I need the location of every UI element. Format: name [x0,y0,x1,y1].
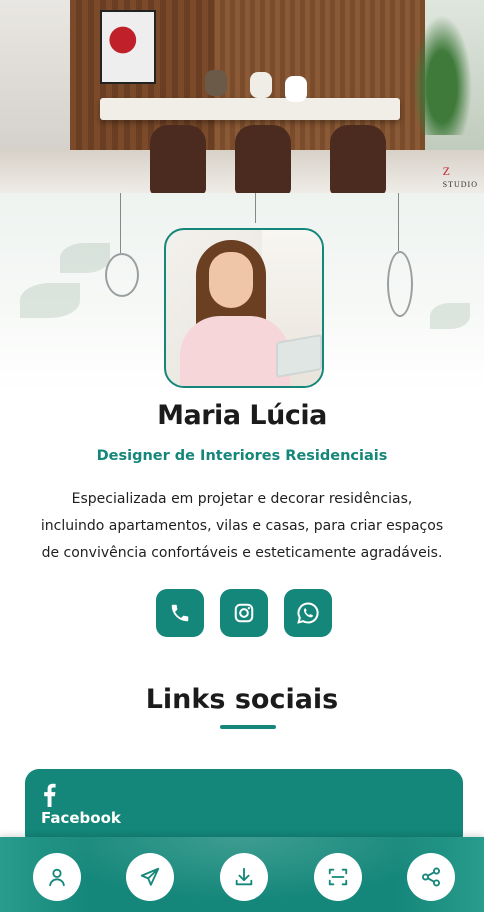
whatsapp-icon [297,602,319,624]
send-nav-button[interactable] [126,853,174,901]
cover-chair [235,125,291,193]
contact-buttons [156,589,332,637]
bottom-nav-bar [0,837,484,912]
leaf-decoration [60,243,110,273]
cover-vase-white [285,76,307,102]
facebook-link-label: Facebook [41,809,121,827]
cover-painting [100,10,156,84]
links-section-title: Links sociais [145,684,339,715]
download-nav-button[interactable] [220,853,268,901]
leaf-decoration [430,303,470,329]
cover-flowers [250,72,272,98]
lamp-cord [120,193,121,253]
whatsapp-button[interactable] [284,589,332,637]
avatar-body [180,316,290,386]
cover-chair [330,125,386,193]
share-nav-button[interactable] [407,853,455,901]
pendant-lamp [387,251,413,317]
scan-icon [328,868,348,886]
instagram-button[interactable] [220,589,268,637]
cover-table [100,98,400,120]
profile-name: Maria Lúcia [157,400,327,431]
pendant-lamp [105,253,139,297]
profile-role: Designer de Interiores Residenciais [96,448,388,464]
send-icon [140,867,160,886]
cover-photo: Z STUDIO [0,0,484,193]
leaf-decoration [20,283,80,318]
lamp-cord [398,193,399,251]
lamp-cord [255,193,256,223]
profile-nav-button[interactable] [33,853,81,901]
scan-nav-button[interactable] [314,853,362,901]
instagram-icon [234,603,254,623]
download-icon [235,867,253,886]
avatar [164,228,324,388]
cover-chair [150,125,206,193]
share-icon [422,867,440,887]
phone-button[interactable] [156,589,204,637]
facebook-icon [44,783,56,807]
avatar-face [209,252,253,308]
cover-vase [205,70,227,96]
profile-bio: Especializada em projetar e decorar resi… [40,491,444,561]
studio-logo: Z STUDIO [442,164,478,189]
section-underline [220,725,276,729]
user-icon [49,868,65,887]
phone-icon [171,604,189,622]
cover-plant [412,15,472,135]
